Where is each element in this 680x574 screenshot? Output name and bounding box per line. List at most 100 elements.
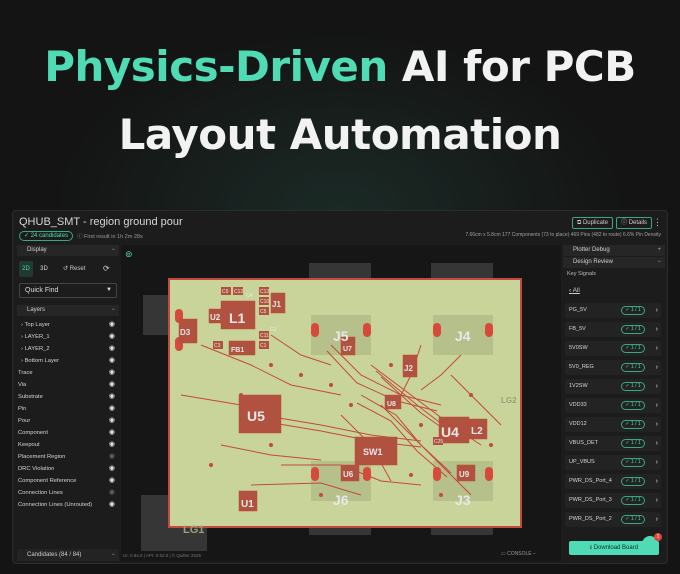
chevron-right-icon[interactable]: ›: [656, 455, 658, 470]
plotter-debug-header[interactable]: Plotter Debug +: [563, 245, 665, 256]
board-canvas[interactable]: L1 U2 J1 D3 FB1 J5 J4 U7 J2 U5 U8 U4 L2 …: [121, 245, 561, 561]
signal-row[interactable]: PWR_DS_Port_4 ✓ 1 / 1 ›: [565, 474, 661, 489]
signal-row[interactable]: UP_VBUS ✓ 1 / 1 ›: [565, 455, 661, 470]
eye-icon[interactable]: ◉: [109, 499, 115, 511]
layer-item[interactable]: Keepout ◉: [17, 439, 119, 451]
layer-item[interactable]: Component ◉: [17, 427, 119, 439]
signal-row[interactable]: VDD33 ✓ 1 / 1 ›: [565, 398, 661, 413]
layer-item[interactable]: › Top Layer ◉: [17, 319, 119, 331]
all-link[interactable]: ‹ All: [569, 287, 580, 294]
signal-row[interactable]: 5V0_REG ✓ 1 / 1 ›: [565, 360, 661, 375]
layer-item[interactable]: › Bottom Layer ◉: [17, 355, 119, 367]
details-label: Details: [628, 220, 648, 226]
signal-name: PWR_DS_Port_4: [569, 478, 612, 484]
ref-U1: U1: [241, 499, 254, 510]
eye-off-icon[interactable]: ◉: [109, 451, 115, 463]
signal-row[interactable]: FB_5V ✓ 1 / 1 ›: [565, 322, 661, 337]
candidates-badge[interactable]: ✓ 24 candidates: [19, 231, 74, 241]
chevron-right-icon[interactable]: ›: [656, 379, 658, 394]
layer-item[interactable]: Pin ◉: [17, 403, 119, 415]
eye-icon[interactable]: ◉: [109, 439, 115, 451]
chevron-right-icon[interactable]: ›: [656, 398, 658, 413]
target-icon[interactable]: ⊚: [125, 249, 133, 260]
eye-icon[interactable]: ◉: [109, 355, 115, 367]
layer-item[interactable]: › LAYER_2 ◉: [17, 343, 119, 355]
chevron-right-icon[interactable]: ›: [656, 322, 658, 337]
layer-item[interactable]: Substrate ◉: [17, 391, 119, 403]
signal-row[interactable]: PWR_DS_Port_2 ✓ 1 / 1 ›: [565, 512, 661, 527]
layer-item[interactable]: Trace ◉: [17, 367, 119, 379]
eye-icon[interactable]: ◉: [109, 379, 115, 391]
signal-row[interactable]: PWR_DS_Port_3 ✓ 1 / 1 ›: [565, 493, 661, 508]
eye-off-icon[interactable]: ◉: [109, 487, 115, 499]
more-options-icon[interactable]: ⋮: [653, 217, 662, 228]
quick-find-select[interactable]: Quick Find ▼: [19, 283, 117, 298]
ref-U2: U2: [210, 313, 221, 322]
signal-row[interactable]: VDD12 ✓ 1 / 1 ›: [565, 417, 661, 432]
details-button[interactable]: ⓘ Details: [616, 217, 653, 229]
layer-item[interactable]: Connection Lines (Unrouted) ◉: [17, 499, 119, 511]
chevron-right-icon[interactable]: ›: [656, 303, 658, 318]
collapse-icon[interactable]: −: [111, 305, 115, 316]
chevron-right-icon[interactable]: ›: [656, 474, 658, 489]
ref-FB1: FB1: [231, 347, 244, 354]
chevron-right-icon[interactable]: ›: [21, 322, 23, 328]
chevron-right-icon[interactable]: ›: [21, 358, 23, 364]
mode-3d-button[interactable]: 3D: [37, 261, 51, 277]
candidates-bar[interactable]: Candidates (84 / 84) −: [17, 549, 119, 561]
layer-label: LAYER_1: [24, 334, 50, 340]
layer-item[interactable]: Component Reference ◉: [17, 475, 119, 487]
console-toggle[interactable]: ▭ CONSOLE −: [501, 551, 536, 557]
chevron-right-icon[interactable]: ›: [656, 417, 658, 432]
ref-J5: J5: [333, 328, 349, 344]
candidates-badge-label: 24 candidates: [30, 233, 69, 239]
design-review-header[interactable]: Design Review −: [563, 257, 665, 268]
eye-icon[interactable]: ◉: [109, 319, 115, 331]
display-section-header[interactable]: Display −: [17, 245, 119, 256]
left-panel: Display − 2D 3D ↺ Reset ⟳ Quick Find ▼ Lay…: [17, 245, 119, 561]
layer-item[interactable]: Pour ◉: [17, 415, 119, 427]
eye-icon[interactable]: ◉: [109, 463, 115, 475]
layer-item[interactable]: Via ◉: [17, 379, 119, 391]
signal-row[interactable]: VBUS_DET ✓ 1 / 1 ›: [565, 436, 661, 451]
eye-icon[interactable]: ◉: [109, 427, 115, 439]
chevron-right-icon[interactable]: ›: [656, 341, 658, 356]
layer-label: Pin: [18, 406, 27, 412]
signal-row[interactable]: 1V2SW ✓ 1 / 1 ›: [565, 379, 661, 394]
eye-icon[interactable]: ◉: [109, 415, 115, 427]
notification-badge: 1: [654, 533, 662, 541]
collapse-icon[interactable]: −: [111, 549, 115, 561]
layer-item[interactable]: Placement Region ◉: [17, 451, 119, 463]
mode-2d-button[interactable]: 2D: [19, 261, 33, 277]
duplicate-button[interactable]: ⧉ Duplicate: [572, 217, 613, 229]
chevron-right-icon[interactable]: ›: [656, 512, 658, 527]
chevron-right-icon[interactable]: ›: [656, 360, 658, 375]
layers-section-header[interactable]: Layers −: [17, 305, 119, 316]
signal-status-pill: ✓ 1 / 1: [621, 325, 645, 334]
layer-label: Connection Lines (Unrouted): [18, 502, 93, 508]
chevron-right-icon[interactable]: ›: [656, 436, 658, 451]
eye-icon[interactable]: ◉: [109, 343, 115, 355]
signal-status-pill: ✓ 1 / 1: [621, 401, 645, 410]
collapse-icon[interactable]: −: [657, 257, 661, 268]
chevron-right-icon[interactable]: ›: [21, 334, 23, 340]
eye-icon[interactable]: ◉: [109, 403, 115, 415]
reset-button[interactable]: ↺ Reset: [63, 261, 85, 277]
signal-pill-value: 1 / 1: [630, 440, 641, 446]
eye-icon[interactable]: ◉: [109, 391, 115, 403]
rotate-icon[interactable]: ⟳: [103, 261, 110, 277]
eye-icon[interactable]: ◉: [109, 331, 115, 343]
layer-item[interactable]: DRC Violation ◉: [17, 463, 119, 475]
chevron-right-icon[interactable]: ›: [656, 493, 658, 508]
layer-item[interactable]: › LAYER_1 ◉: [17, 331, 119, 343]
pcb-view[interactable]: L1 U2 J1 D3 FB1 J5 J4 U7 J2 U5 U8 U4 L2 …: [121, 245, 561, 561]
signal-row[interactable]: 5V0SW ✓ 1 / 1 ›: [565, 341, 661, 356]
eye-icon[interactable]: ◉: [109, 367, 115, 379]
collapse-icon[interactable]: −: [111, 245, 115, 256]
layer-item[interactable]: Connection Lines ◉: [17, 487, 119, 499]
plus-icon[interactable]: +: [657, 245, 661, 256]
eye-icon[interactable]: ◉: [109, 475, 115, 487]
signal-row[interactable]: PG_5V ✓ 1 / 1 ›: [565, 303, 661, 318]
signal-name: UP_VBUS: [569, 459, 595, 465]
chevron-right-icon[interactable]: ›: [21, 346, 23, 352]
